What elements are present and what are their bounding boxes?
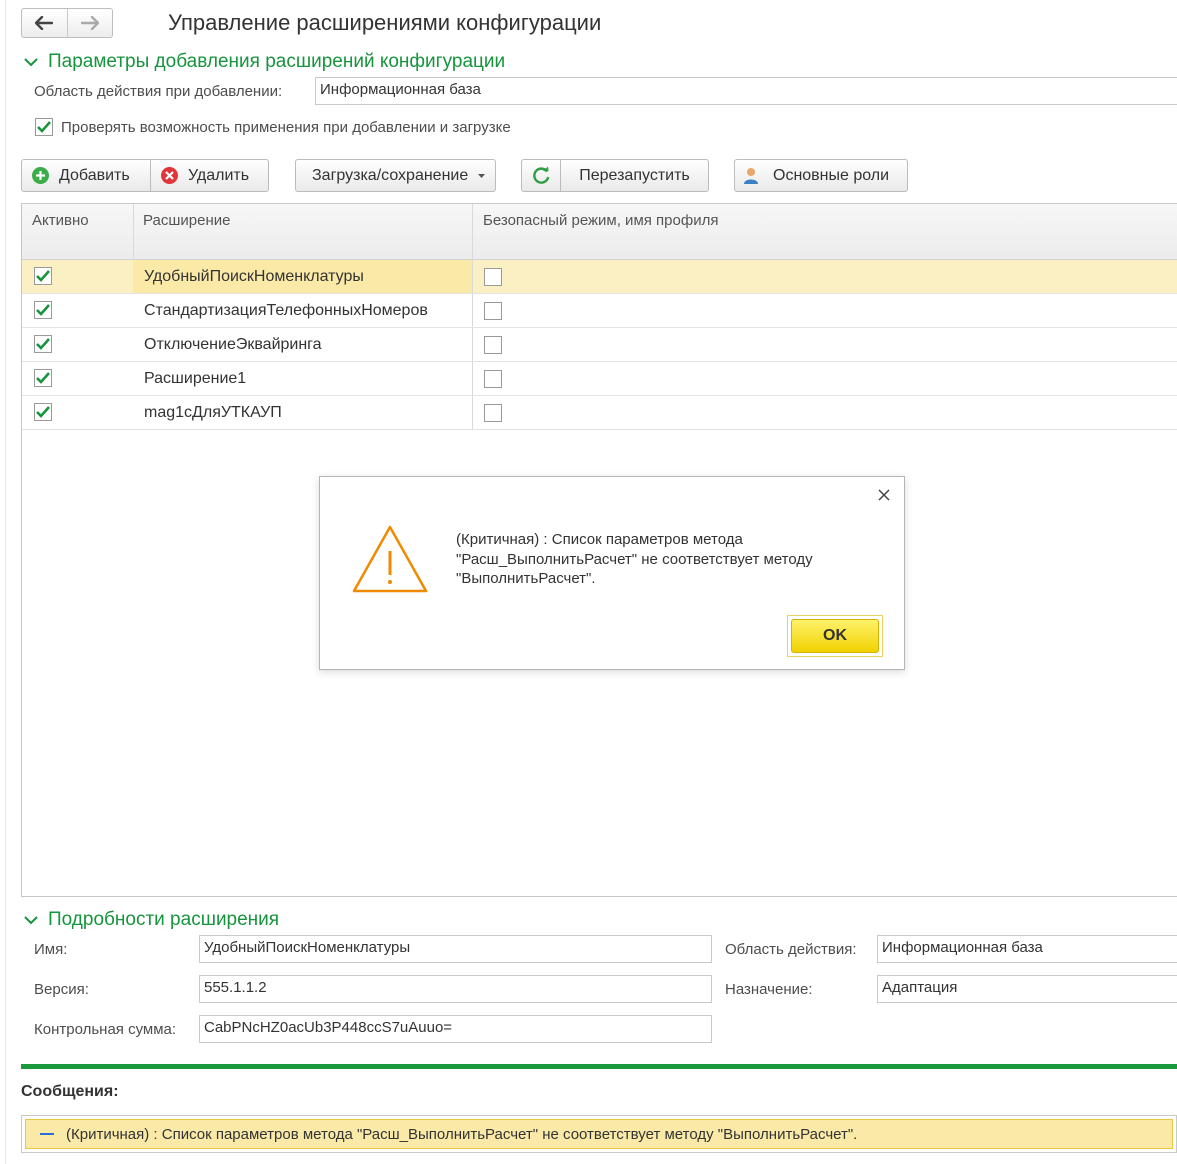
- name-label: Имя:: [34, 941, 68, 958]
- checksum-field[interactable]: CabPNcHZ0acUb3P448ccS7uAuuo=: [199, 1015, 712, 1043]
- checkmark-icon: [36, 406, 50, 418]
- checkmark-icon: [36, 304, 50, 316]
- column-separator: [472, 362, 473, 395]
- main-roles-button[interactable]: Основные роли: [734, 159, 908, 192]
- refresh-button[interactable]: [521, 159, 561, 192]
- checksum-label: Контрольная сумма:: [34, 1021, 177, 1038]
- message-text: (Критичная) : Список параметров метода "…: [66, 1125, 858, 1143]
- check-applicability-option[interactable]: Проверять возможность применения при доб…: [35, 118, 511, 136]
- table-header: Активно Расширение Безопасный режим, имя…: [22, 204, 1177, 260]
- safe-mode-checkbox[interactable]: [484, 268, 502, 286]
- forward-button[interactable]: [66, 9, 113, 37]
- checkmark-icon: [37, 121, 51, 133]
- warning-icon: [352, 525, 428, 593]
- close-icon[interactable]: [876, 487, 892, 503]
- active-checkbox[interactable]: [34, 369, 52, 387]
- extension-name: Расширение1: [144, 370, 247, 387]
- active-checkbox[interactable]: [34, 403, 52, 421]
- dropdown-arrow-icon: [478, 173, 486, 178]
- ok-button[interactable]: OK: [791, 619, 879, 653]
- left-edge-line: [5, 0, 6, 1164]
- add-button[interactable]: Добавить: [21, 159, 151, 192]
- message-item[interactable]: (Критичная) : Список параметров метода "…: [25, 1119, 1173, 1149]
- dialog-message: (Критичная) : Список параметров метода "…: [456, 531, 813, 587]
- column-header-active[interactable]: Активно: [22, 204, 133, 260]
- messages-title: Сообщения:: [21, 1083, 119, 1100]
- version-field[interactable]: 555.1.1.2: [199, 975, 712, 1003]
- checkmark-icon: [36, 372, 50, 384]
- checkmark-icon: [36, 338, 50, 350]
- restart-button[interactable]: Перезапустить: [561, 159, 709, 192]
- scope-field[interactable]: Информационная база: [315, 77, 1177, 105]
- extension-name: СтандартизацияТелефонныхНомеров: [144, 302, 428, 319]
- purpose-field[interactable]: Адаптация: [877, 975, 1177, 1003]
- message-marker-icon: [40, 1133, 54, 1135]
- table-row[interactable]: УдобныйПоискНоменклатуры: [22, 260, 1177, 294]
- safe-mode-checkbox[interactable]: [484, 336, 502, 354]
- scope-label: Область действия при добавлении:: [34, 83, 283, 100]
- active-checkbox[interactable]: [34, 335, 52, 353]
- arrow-left-icon: [35, 16, 54, 30]
- load-save-label: Загрузка/сохранение: [312, 166, 469, 184]
- details-group-title: Подробности расширения: [48, 909, 280, 930]
- delete-button-label: Удалить: [188, 166, 250, 184]
- restart-group: Перезапустить: [521, 159, 709, 192]
- check-applicability-checkbox[interactable]: [35, 118, 53, 136]
- error-dialog: (Критичная) : Список параметров метода "…: [319, 476, 905, 670]
- back-button[interactable]: [22, 9, 67, 37]
- check-applicability-label: Проверять возможность применения при доб…: [61, 118, 511, 136]
- add-button-label: Добавить: [59, 166, 130, 184]
- delete-circle-icon: [161, 167, 178, 184]
- column-separator: [472, 260, 473, 293]
- checkmark-icon: [36, 270, 50, 282]
- safe-mode-checkbox[interactable]: [484, 370, 502, 388]
- table-row[interactable]: mag1сДляУТКАУП: [22, 396, 1177, 430]
- safe-mode-checkbox[interactable]: [484, 404, 502, 422]
- refresh-icon: [532, 166, 549, 184]
- column-header-extension[interactable]: Расширение: [133, 204, 473, 260]
- plus-circle-icon: [32, 167, 49, 184]
- user-icon: [744, 167, 758, 184]
- add-delete-group: Добавить Удалить: [21, 159, 269, 192]
- messages-divider[interactable]: [21, 1064, 1177, 1069]
- messages-panel: (Критичная) : Список параметров метода "…: [21, 1115, 1177, 1153]
- column-separator: [472, 396, 473, 429]
- table-row[interactable]: СтандартизацияТелефонныхНомеров: [22, 294, 1177, 328]
- chevron-down-icon: [24, 58, 38, 67]
- active-checkbox[interactable]: [34, 267, 52, 285]
- extension-name: УдобныйПоискНоменклатуры: [144, 268, 364, 285]
- restart-button-label: Перезапустить: [579, 166, 690, 184]
- column-separator: [472, 294, 473, 327]
- safe-mode-checkbox[interactable]: [484, 302, 502, 320]
- load-save-menu-button[interactable]: Загрузка/сохранение: [295, 159, 496, 192]
- params-group-header[interactable]: Параметры добавления расширений конфигур…: [24, 51, 505, 73]
- table-row[interactable]: Расширение1: [22, 362, 1177, 396]
- name-field[interactable]: УдобныйПоискНоменклатуры: [199, 935, 712, 963]
- params-group-title: Параметры добавления расширений конфигур…: [48, 51, 506, 72]
- column-header-safe-mode[interactable]: Безопасный режим, имя профиля: [473, 204, 1177, 260]
- main-roles-label: Основные роли: [773, 166, 890, 184]
- purpose-label: Назначение:: [725, 981, 813, 998]
- page-title: Управление расширениями конфигурации: [168, 10, 602, 35]
- extension-name: ОтключениеЭквайринга: [144, 336, 322, 353]
- navigation-buttons: [21, 8, 113, 38]
- table-row[interactable]: ОтключениеЭквайринга: [22, 328, 1177, 362]
- column-separator: [472, 328, 473, 361]
- details-group-header[interactable]: Подробности расширения: [24, 909, 279, 931]
- ok-button-focus: OK: [787, 615, 883, 657]
- details-scope-label: Область действия:: [725, 941, 857, 958]
- active-checkbox[interactable]: [34, 301, 52, 319]
- arrow-right-icon: [80, 16, 99, 30]
- delete-button[interactable]: Удалить: [151, 159, 269, 192]
- extension-name: mag1сДляУТКАУП: [144, 404, 282, 421]
- chevron-down-icon: [24, 916, 38, 925]
- version-label: Версия:: [34, 981, 89, 998]
- details-scope-field[interactable]: Информационная база: [877, 935, 1177, 963]
